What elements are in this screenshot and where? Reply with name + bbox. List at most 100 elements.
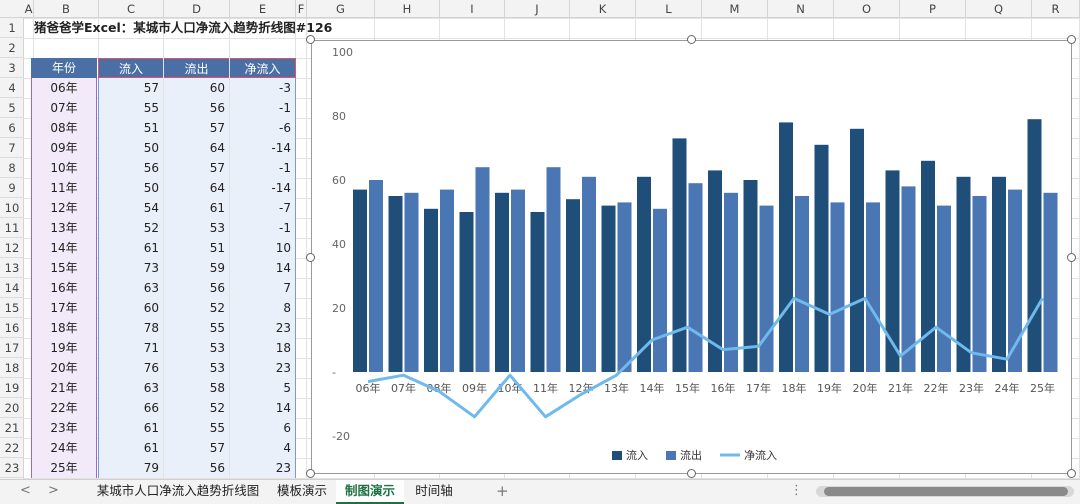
table-header-cell[interactable]: 年份 [31,58,97,78]
table-cell[interactable]: 20年 [31,358,97,378]
more-options-icon[interactable]: ⋮ [790,480,803,504]
table-cell[interactable]: 55 [164,318,229,338]
table-cell[interactable]: 53 [164,338,229,358]
column-header-q[interactable]: Q [966,0,1032,18]
table-cell[interactable]: 63 [98,278,163,298]
resize-handle[interactable] [1067,35,1076,44]
table-cell[interactable]: 21年 [31,378,97,398]
row-header-2[interactable]: 2 [0,38,24,58]
column-header-n[interactable]: N [768,0,834,18]
table-cell[interactable]: 18年 [31,318,97,338]
table-cell[interactable]: -14 [230,178,296,198]
table-cell[interactable]: 56 [164,98,229,118]
column-header-l[interactable]: L [636,0,702,18]
table-cell[interactable]: -1 [230,98,296,118]
table-cell[interactable]: 59 [164,258,229,278]
row-header-6[interactable]: 6 [0,118,24,138]
table-cell[interactable]: 55 [164,418,229,438]
table-cell[interactable]: 53 [164,358,229,378]
row-header-23[interactable]: 23 [0,458,24,478]
column-header-d[interactable]: D [164,0,230,18]
table-cell[interactable]: 23 [230,458,296,478]
column-header-a[interactable]: A [24,0,34,18]
column-header-m[interactable]: M [702,0,768,18]
row-header-3[interactable]: 3 [0,58,24,78]
table-cell[interactable]: 4 [230,438,296,458]
table-cell[interactable]: -3 [230,78,296,98]
table-cell[interactable]: 71 [98,338,163,358]
table-cell[interactable]: 61 [98,438,163,458]
table-cell[interactable]: 60 [98,298,163,318]
resize-handle[interactable] [306,253,315,262]
row-header-15[interactable]: 15 [0,298,24,318]
table-cell[interactable]: 60 [164,78,229,98]
table-cell[interactable]: 7 [230,278,296,298]
table-cell[interactable]: 15年 [31,258,97,278]
table-cell[interactable]: 51 [98,118,163,138]
row-header-5[interactable]: 5 [0,98,24,118]
resize-handle[interactable] [1067,469,1076,478]
row-header-16[interactable]: 16 [0,318,24,338]
column-header-g[interactable]: G [307,0,375,18]
add-sheet-icon[interactable]: + [496,480,509,504]
row-header-22[interactable]: 22 [0,438,24,458]
table-cell[interactable]: 13年 [31,218,97,238]
table-cell[interactable]: 25年 [31,458,97,478]
row-header-8[interactable]: 8 [0,158,24,178]
table-cell[interactable]: 08年 [31,118,97,138]
table-cell[interactable]: 5 [230,378,296,398]
sheet-title-cell[interactable]: 猪爸爸学Excel：某城市人口净流入趋势折线图#126 [34,18,332,38]
sheet-tab[interactable]: 制图演示 [336,480,404,504]
column-header-p[interactable]: P [900,0,966,18]
row-header-7[interactable]: 7 [0,138,24,158]
column-header-o[interactable]: O [834,0,900,18]
table-cell[interactable]: 51 [164,238,229,258]
table-cell[interactable]: 52 [98,218,163,238]
table-cell[interactable]: 61 [164,198,229,218]
table-cell[interactable]: 06年 [31,78,97,98]
table-cell[interactable]: 57 [164,438,229,458]
table-cell[interactable]: 66 [98,398,163,418]
chart-object[interactable]: 100 80 60 40 20- -20 06年 07年 08年 09年 10年 11年 12年 13年 1… [311,40,1072,474]
row-header-13[interactable]: 13 [0,258,24,278]
table-cell[interactable]: 14 [230,258,296,278]
tab-prev-icon[interactable]: < [20,480,31,504]
table-cell[interactable]: 61 [98,418,163,438]
table-cell[interactable]: -1 [230,158,296,178]
table-cell[interactable]: 64 [164,178,229,198]
table-header-cell[interactable]: 流入 [98,58,163,78]
row-header-9[interactable]: 9 [0,178,24,198]
table-cell[interactable]: 09年 [31,138,97,158]
table-cell[interactable]: 07年 [31,98,97,118]
table-cell[interactable]: 10 [230,238,296,258]
table-cell[interactable]: -6 [230,118,296,138]
resize-handle[interactable] [306,469,315,478]
resize-handle[interactable] [687,35,696,44]
column-header-f[interactable]: F [296,0,307,18]
column-header-h[interactable]: H [375,0,440,18]
table-cell[interactable]: 57 [164,158,229,178]
table-cell[interactable]: 55 [98,98,163,118]
row-header-21[interactable]: 21 [0,418,24,438]
row-header-4[interactable]: 4 [0,78,24,98]
table-cell[interactable]: 12年 [31,198,97,218]
table-cell[interactable]: 64 [164,138,229,158]
table-cell[interactable]: 6 [230,418,296,438]
row-header-12[interactable]: 12 [0,238,24,258]
sheet-tab[interactable]: 时间轴 [404,480,464,504]
table-cell[interactable]: 52 [164,398,229,418]
table-cell[interactable]: 23 [230,358,296,378]
table-cell[interactable]: 58 [164,378,229,398]
table-cell[interactable]: 56 [98,158,163,178]
table-cell[interactable]: 73 [98,258,163,278]
row-header-10[interactable]: 10 [0,198,24,218]
table-cell[interactable]: 57 [164,118,229,138]
table-cell[interactable]: 53 [164,218,229,238]
table-cell[interactable]: 56 [164,458,229,478]
row-header-17[interactable]: 17 [0,338,24,358]
resize-handle[interactable] [1067,253,1076,262]
table-cell[interactable]: 11年 [31,178,97,198]
table-cell[interactable]: 10年 [31,158,97,178]
row-header-18[interactable]: 18 [0,358,24,378]
table-header-cell[interactable]: 流出 [164,58,229,78]
